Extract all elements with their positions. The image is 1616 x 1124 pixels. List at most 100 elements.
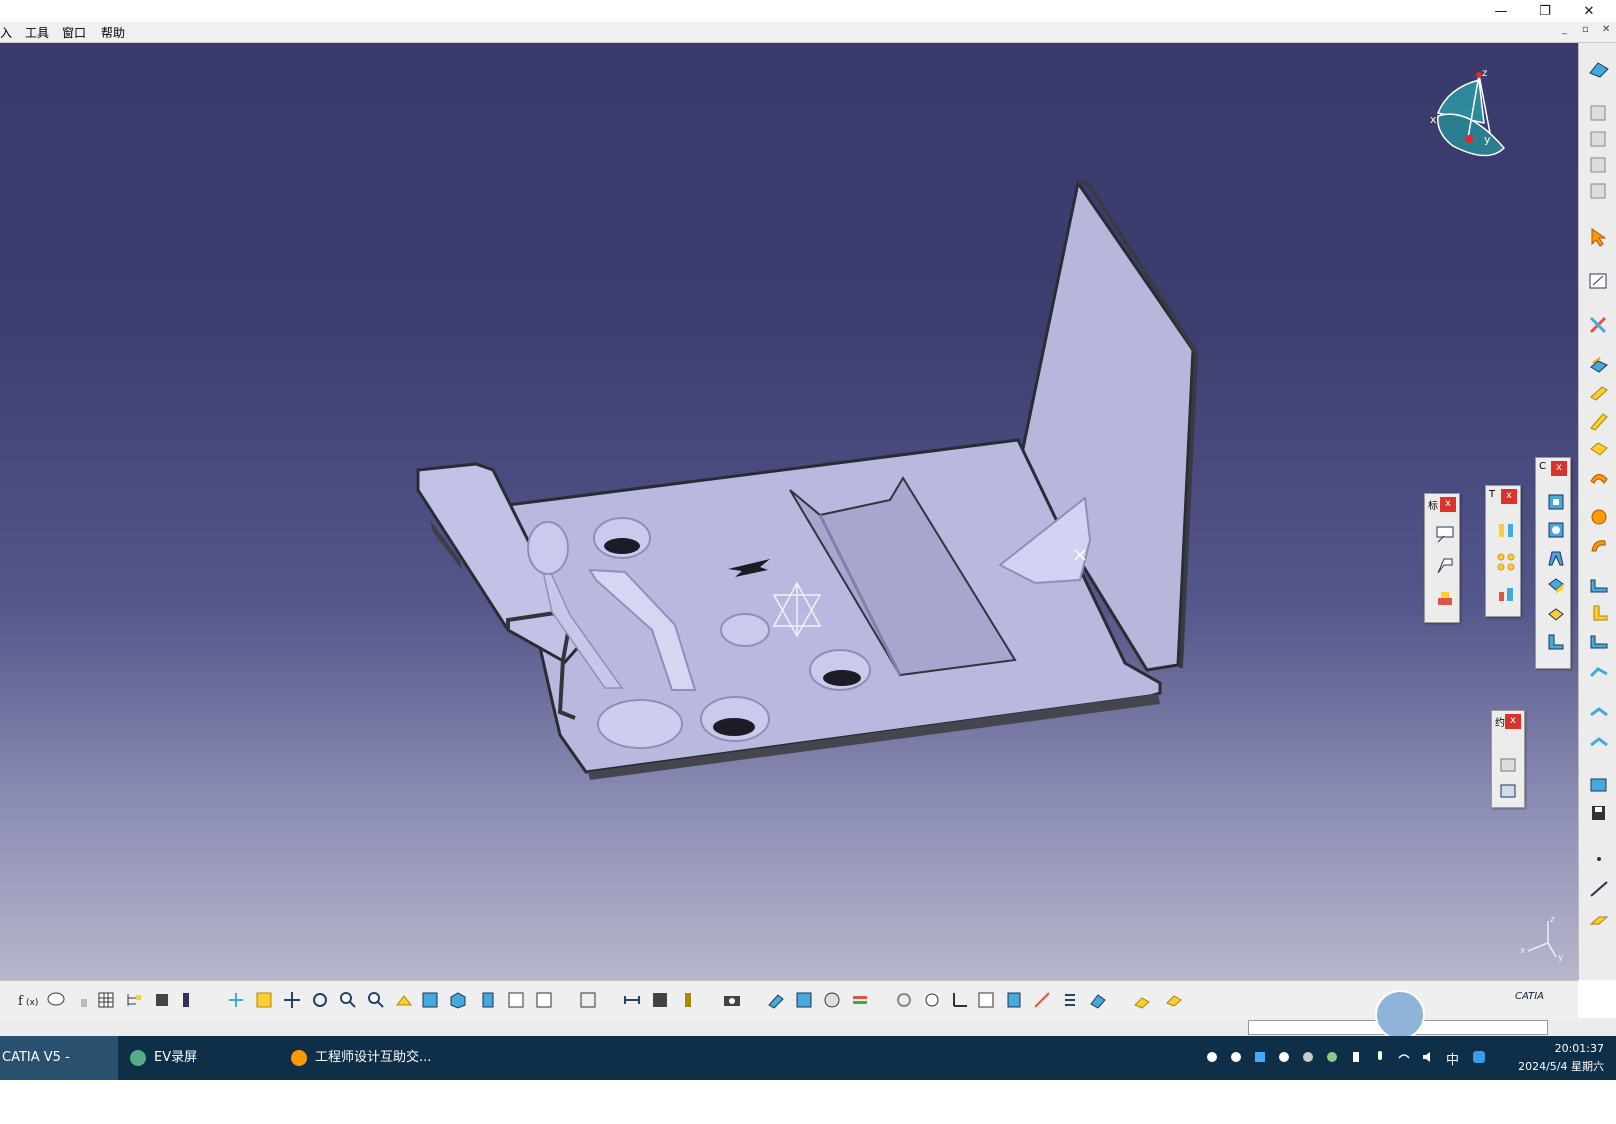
swap-visible-space-icon[interactable] [534,990,554,1010]
surface-icon[interactable] [1004,990,1024,1010]
point-to-point-icon[interactable] [1588,631,1610,651]
isometric-view-icon[interactable] [448,990,468,1010]
eraser-icon[interactable] [1088,990,1108,1010]
tools-icon[interactable] [1588,315,1610,335]
normal-view-icon[interactable] [394,990,414,1010]
unfold-icon[interactable] [1588,155,1610,175]
macro-icon[interactable] [180,990,200,1010]
taskbar-item-forum[interactable]: 工程师设计互助交... [285,1036,435,1080]
catalog-icon[interactable] [1588,775,1610,795]
ime-indicator[interactable]: 中 [1446,1049,1459,1068]
apply-material-icon[interactable] [766,990,786,1010]
sheet-metal-part[interactable] [0,43,1578,980]
hopper-icon[interactable] [1588,439,1610,459]
chamfer-icon[interactable] [1546,632,1566,652]
swept-wall-icon[interactable] [1588,411,1610,431]
bend-from-flat-icon[interactable] [1588,467,1610,487]
menu-tools[interactable]: 工具 [25,24,49,41]
mdi-restore-button[interactable]: ▫ [1582,24,1589,35]
lock-icon[interactable] [74,990,94,1010]
taskbar-item-ev[interactable]: EV录屏 [124,1036,274,1080]
text-annotation-icon[interactable] [1435,524,1455,544]
point-icon[interactable] [1588,849,1610,869]
menu-help[interactable]: 帮助 [101,24,125,41]
cutout-icon[interactable] [1546,492,1566,512]
tray-app2-icon[interactable] [1325,1050,1339,1064]
mdi-close-button[interactable]: ✕ [1602,24,1610,35]
3d-viewport[interactable]: x y z z x y 标 x T x C x 约 x [0,43,1578,980]
tiktok-icon[interactable] [1205,1050,1219,1064]
flag-note-icon[interactable] [1435,556,1455,576]
3d-annotation-icon[interactable] [1435,588,1455,608]
pan-icon[interactable] [282,990,302,1010]
qq-icon[interactable] [1277,1050,1291,1064]
bend-icon[interactable] [1588,129,1610,149]
usb-icon[interactable] [1349,1050,1363,1064]
save-management-icon[interactable] [1588,803,1610,823]
ev-tray-icon[interactable] [1229,1050,1243,1064]
fit-all-icon[interactable] [254,990,274,1010]
close-button[interactable]: ✕ [1567,0,1611,22]
scale-ratio-icon[interactable] [976,990,996,1010]
minimize-button[interactable]: — [1479,0,1523,22]
hole-icon[interactable] [1546,520,1566,540]
shading-icon[interactable] [478,990,498,1010]
rotate-icon[interactable] [310,990,330,1010]
corner-icon[interactable] [1546,604,1566,624]
cylindrical-bend-icon[interactable] [1588,507,1610,527]
volume-icon[interactable] [1421,1050,1435,1064]
extrusion-icon[interactable] [1588,383,1610,403]
mirror-icon[interactable] [1496,520,1516,540]
hand-icon[interactable] [922,990,942,1010]
axis-system-icon[interactable] [950,990,970,1010]
zoom-in-icon[interactable] [338,990,358,1010]
sketch-icon[interactable] [1588,271,1610,291]
windows-icon[interactable] [1253,1050,1267,1064]
microphone-icon[interactable] [1373,1050,1387,1064]
stamping-icon[interactable] [1588,659,1610,679]
floating-toolbar-close-button[interactable]: x [1440,497,1456,512]
restore-button[interactable]: ❐ [1523,0,1567,22]
update-icon[interactable] [578,990,598,1010]
taskbar-item-catia[interactable]: CATIA V5 - [Part1... [0,1036,118,1109]
compass-widget[interactable]: x y z [1428,68,1508,168]
wifi-icon[interactable] [1397,1050,1411,1064]
tray-app-icon[interactable] [1301,1050,1315,1064]
floating-toolbar-annotations[interactable]: 标 x [1424,493,1460,623]
floating-toolbar-close-button[interactable]: x [1551,461,1567,476]
layers-icon[interactable] [850,990,870,1010]
constraint-icon[interactable] [1498,755,1518,775]
unfolding-icon[interactable] [1588,575,1610,595]
tree-structure-icon[interactable] [124,990,144,1010]
floating-toolbar-constraints[interactable]: 约 x [1491,710,1525,808]
capture-icon[interactable] [722,990,742,1010]
folding-icon[interactable] [1588,603,1610,623]
environment-icon[interactable] [822,990,842,1010]
formula-icon[interactable]: f (x) [18,990,38,1010]
menu-insert[interactable]: 入 [0,24,12,41]
line-icon[interactable] [1588,879,1610,899]
multi-view-icon[interactable] [420,990,440,1010]
scene-icon[interactable] [794,990,814,1010]
select-arrow-icon[interactable] [1588,227,1610,247]
conical-bend-icon[interactable] [1588,535,1610,555]
hide-show-icon[interactable] [506,990,526,1010]
catalog-browser-icon[interactable] [152,990,172,1010]
floating-toolbar-close-button[interactable]: x [1505,714,1521,729]
mdi-minimize-button[interactable]: _ [1562,24,1567,35]
corner-relief-icon[interactable] [1546,576,1566,596]
sheet-update-icon[interactable] [1132,990,1152,1010]
fly-mode-icon[interactable] [226,990,246,1010]
tear-drop-icon[interactable] [1588,731,1610,751]
list-icon[interactable] [1060,990,1080,1010]
menu-window[interactable]: 窗口 [62,24,86,41]
plane-icon[interactable] [1588,909,1610,929]
constraint-defined-icon[interactable] [1498,781,1518,801]
flange-icon[interactable] [1546,548,1566,568]
spin-icon[interactable] [894,990,914,1010]
sheet-update-all-icon[interactable] [1164,990,1184,1010]
measure-inertia-icon[interactable] [678,990,698,1010]
wall-icon[interactable] [1588,355,1610,375]
assistant-avatar[interactable] [1375,990,1425,1040]
measure-item-icon[interactable] [650,990,670,1010]
